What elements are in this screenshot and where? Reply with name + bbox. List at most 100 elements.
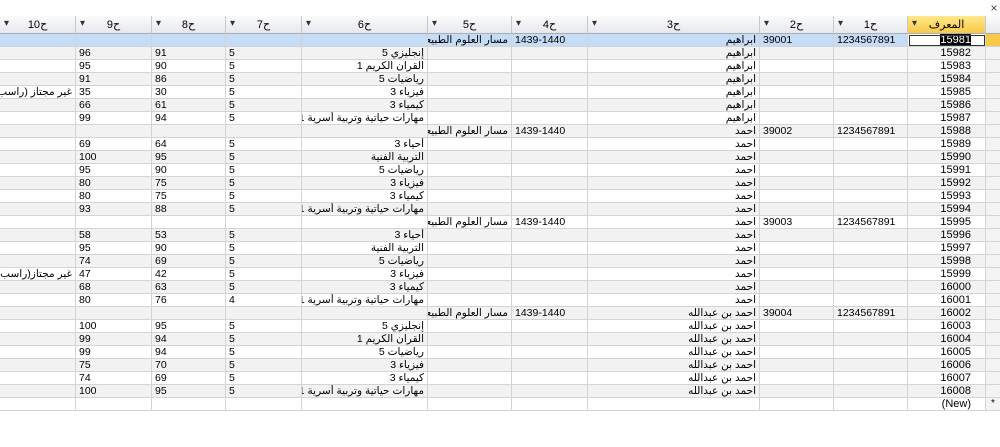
table-row[interactable]: 15999 احمد فيزياء 3 5 42 47 غير مجتاز(راسب) (0, 268, 1000, 281)
table-cell[interactable] (834, 281, 908, 294)
table-cell[interactable]: ابراهيم (588, 99, 760, 112)
table-cell[interactable] (0, 112, 76, 125)
table-cell[interactable] (588, 398, 760, 411)
sort-dropdown-icon[interactable]: ▾ (156, 18, 161, 29)
table-cell[interactable]: غير مجتاز(راسب) (0, 268, 76, 281)
table-cell[interactable] (512, 268, 588, 281)
table-cell[interactable]: 15999 (908, 268, 986, 281)
table-cell[interactable] (760, 242, 834, 255)
table-cell[interactable] (428, 242, 512, 255)
table-cell[interactable] (760, 333, 834, 346)
table-cell[interactable]: كيمياء 3 (302, 99, 428, 112)
table-cell[interactable] (760, 203, 834, 216)
row-selector[interactable] (986, 385, 1000, 398)
table-cell[interactable]: احمد (588, 281, 760, 294)
close-icon[interactable]: × (988, 0, 1000, 16)
table-cell[interactable] (760, 229, 834, 242)
table-cell[interactable]: رياضيات 5 (302, 73, 428, 86)
table-cell[interactable]: 94 (152, 346, 226, 359)
table-cell[interactable]: 5 (226, 164, 302, 177)
table-cell[interactable]: القران الكريم 1 (302, 333, 428, 346)
table-row[interactable]: 16005 احمد بن عبدالله رياضيات 5 5 94 99 (0, 346, 1000, 359)
row-selector[interactable] (986, 307, 1000, 320)
sort-dropdown-icon[interactable]: ▾ (80, 18, 85, 29)
table-cell[interactable]: مسار العلوم الطبيعية (428, 34, 512, 47)
table-cell[interactable] (0, 177, 76, 190)
table-cell[interactable] (428, 47, 512, 60)
row-selector[interactable] (986, 281, 1000, 294)
table-cell[interactable] (302, 34, 428, 47)
table-cell[interactable]: احمد (588, 190, 760, 203)
table-cell[interactable]: 74 (76, 372, 152, 385)
table-cell[interactable]: 5 (226, 99, 302, 112)
table-cell[interactable] (0, 255, 76, 268)
row-selector[interactable] (986, 112, 1000, 125)
table-cell[interactable] (226, 125, 302, 138)
table-cell[interactable]: 5 (226, 112, 302, 125)
table-cell[interactable]: 16006 (908, 359, 986, 372)
sort-dropdown-icon[interactable]: ▾ (838, 18, 843, 29)
table-cell[interactable]: 39002 (760, 125, 834, 138)
table-cell[interactable] (834, 99, 908, 112)
table-cell[interactable]: 66 (76, 99, 152, 112)
row-selector[interactable] (986, 86, 1000, 99)
column-header-5[interactable]: ﺡ4 ▾ (512, 16, 588, 34)
table-cell[interactable]: 63 (152, 281, 226, 294)
table-cell[interactable] (428, 333, 512, 346)
table-cell[interactable]: احمد (588, 229, 760, 242)
table-row[interactable]: 15981 1234567891 39001 ابراهيم 1439-1440 مسار… (0, 34, 1000, 47)
row-selector[interactable] (986, 73, 1000, 86)
table-cell[interactable]: احمد (588, 268, 760, 281)
table-cell[interactable] (834, 346, 908, 359)
table-cell[interactable] (834, 73, 908, 86)
table-cell[interactable]: 5 (226, 138, 302, 151)
table-cell[interactable] (0, 203, 76, 216)
table-cell[interactable]: أحياء 3 (302, 229, 428, 242)
table-cell[interactable] (760, 47, 834, 60)
table-cell[interactable]: فيزياء 3 (302, 86, 428, 99)
table-cell[interactable]: 15990 (908, 151, 986, 164)
table-cell[interactable] (0, 216, 76, 229)
table-cell[interactable]: 95 (76, 164, 152, 177)
table-cell[interactable]: 88 (152, 203, 226, 216)
table-cell[interactable] (226, 307, 302, 320)
table-cell[interactable] (152, 125, 226, 138)
table-cell[interactable]: 15997 (908, 242, 986, 255)
table-cell[interactable] (0, 359, 76, 372)
table-cell[interactable] (512, 190, 588, 203)
table-cell[interactable]: 53 (152, 229, 226, 242)
table-row[interactable]: 16001 احمد مهارات حياتية وتربية أسرية 1 4 76… (0, 294, 1000, 307)
table-cell[interactable] (428, 164, 512, 177)
row-selector[interactable] (986, 138, 1000, 151)
table-cell[interactable] (428, 346, 512, 359)
table-cell[interactable]: 5 (226, 190, 302, 203)
table-cell[interactable]: احمد بن عبدالله (588, 333, 760, 346)
table-cell[interactable]: 99 (76, 112, 152, 125)
sort-dropdown-icon[interactable]: ▾ (4, 18, 9, 29)
table-cell[interactable] (76, 398, 152, 411)
table-cell[interactable]: 61 (152, 99, 226, 112)
table-cell[interactable] (834, 242, 908, 255)
table-row[interactable]: 15997 احمد التربية الفنية 5 90 95 (0, 242, 1000, 255)
table-cell[interactable] (760, 164, 834, 177)
row-selector[interactable] (986, 216, 1000, 229)
table-cell[interactable] (760, 268, 834, 281)
table-cell[interactable]: التربية الفنية (302, 242, 428, 255)
column-header-2[interactable]: ﺡ1 ▾ (834, 16, 908, 34)
table-cell[interactable] (0, 151, 76, 164)
table-cell[interactable] (302, 125, 428, 138)
table-cell[interactable]: احمد بن عبدالله (588, 346, 760, 359)
table-cell[interactable] (834, 359, 908, 372)
table-cell[interactable]: رياضيات 5 (302, 164, 428, 177)
table-cell[interactable] (760, 86, 834, 99)
table-cell[interactable] (512, 281, 588, 294)
table-cell[interactable] (0, 372, 76, 385)
table-cell[interactable]: 94 (152, 112, 226, 125)
table-cell[interactable]: 15991 (908, 164, 986, 177)
table-cell[interactable] (0, 229, 76, 242)
table-cell[interactable]: 5 (226, 372, 302, 385)
table-cell[interactable]: 16001 (908, 294, 986, 307)
table-cell[interactable]: احمد (588, 294, 760, 307)
table-cell[interactable] (428, 203, 512, 216)
row-selector[interactable] (986, 242, 1000, 255)
